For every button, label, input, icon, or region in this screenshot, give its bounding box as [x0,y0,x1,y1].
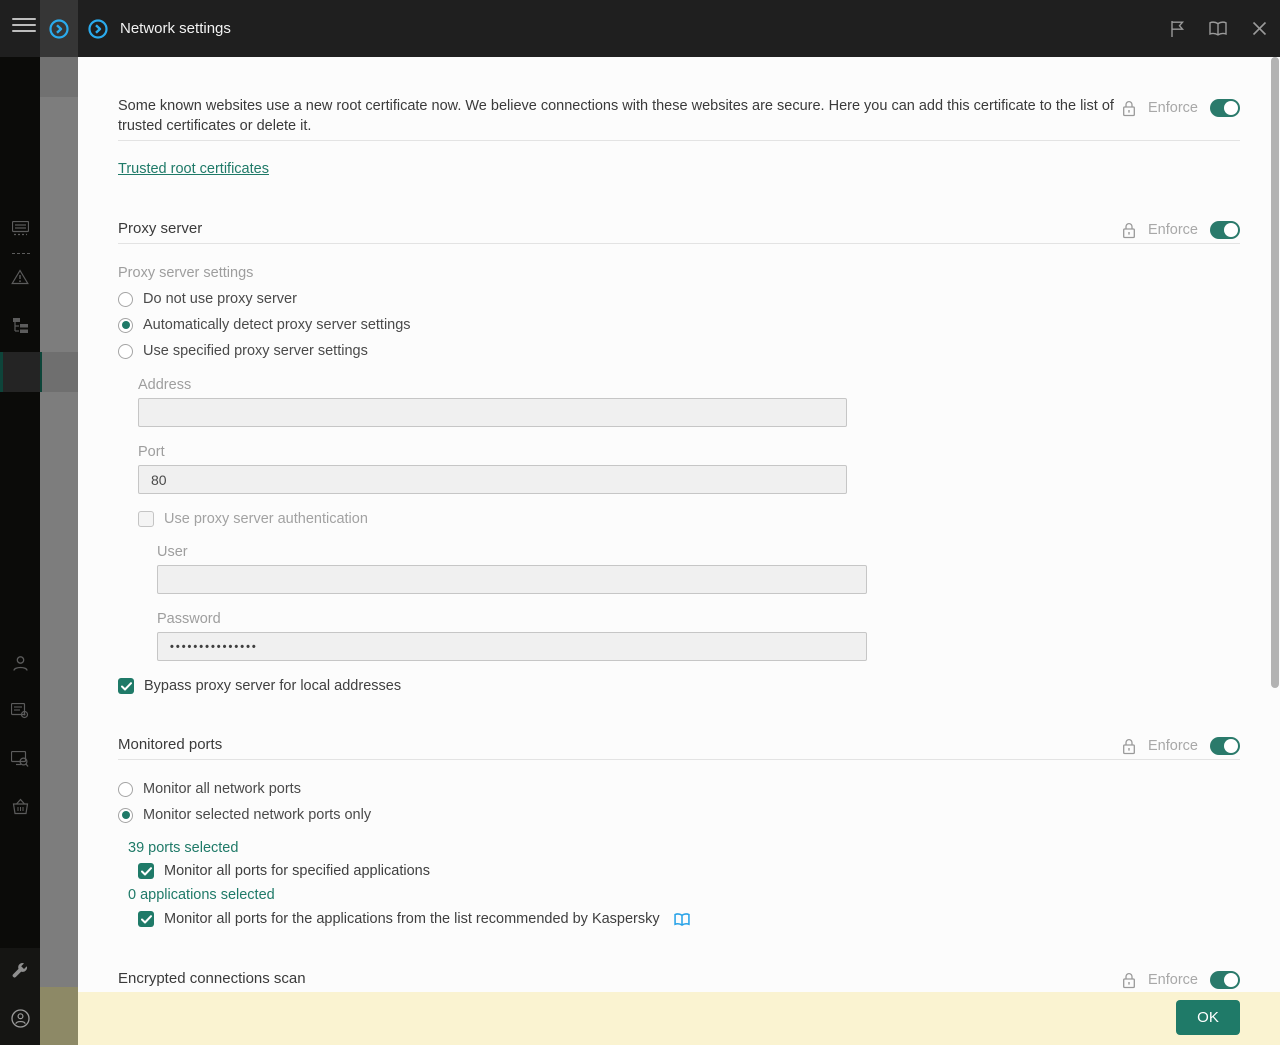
user-label: User [157,544,188,560]
report-settings-icon[interactable] [0,703,40,719]
enforce-label: Enforce [1148,222,1198,238]
footer-bar: OK [78,992,1280,1045]
lock-icon [1122,100,1136,117]
account-icon[interactable] [0,1009,40,1028]
trusted-root-certificates-link[interactable]: Trusted root certificates [118,161,269,177]
password-input[interactable] [157,632,867,661]
user-input[interactable] [157,565,867,594]
ports-selected-link[interactable]: 39 ports selected [128,840,238,856]
monitor-search-icon[interactable] [0,751,40,768]
radio-circle-selected[interactable] [118,808,133,823]
dimmed-background-app [40,57,78,1045]
titlebar: Network settings [0,0,1280,57]
warning-triangle-icon[interactable] [0,269,40,285]
enforce-label: Enforce [1148,738,1198,754]
radio-monitor-selected-ports[interactable]: Monitor selected network ports only [118,807,371,823]
bypass-proxy-checkbox[interactable]: Bypass proxy server for local addresses [118,678,401,694]
encrypted-enforce-toggle[interactable] [1210,971,1240,989]
scrollbar-thumb[interactable] [1271,57,1279,688]
page-circle-icon [88,19,108,44]
proxy-settings-group-label: Proxy server settings [118,265,253,281]
reports-icon[interactable] [0,221,40,236]
radio-circle[interactable] [118,292,133,307]
lock-icon [1122,972,1136,989]
radio-specified-proxy[interactable]: Use specified proxy server settings [118,343,368,359]
address-label: Address [138,377,191,393]
certificate-banner-text: Some known websites use a new root certi… [118,97,1120,136]
kaspersky-network-settings-window: Network settings Some known websites use… [0,0,1280,1045]
hierarchy-icon[interactable] [0,317,40,334]
encrypted-scan-title: Encrypted connections scan [118,970,306,987]
divider [118,140,1240,141]
radio-circle[interactable] [118,782,133,797]
certificate-enforce-toggle[interactable] [1210,99,1240,117]
dimmed-selected-menu-item [40,352,78,392]
flag-icon[interactable] [1168,20,1186,38]
sidebar-item-selected[interactable] [0,352,40,392]
proxy-enforce-toggle[interactable] [1210,221,1240,239]
checkbox-checked[interactable] [138,863,154,879]
proxy-section-title: Proxy server [118,220,202,237]
sidebar-divider [12,253,30,254]
specified-apps-checkbox[interactable]: Monitor all ports for specified applicat… [138,863,430,879]
help-book-icon[interactable] [1209,20,1227,38]
password-label: Password [157,611,221,627]
proxy-enforce-group: Enforce [1122,221,1240,239]
close-icon[interactable] [1250,20,1268,38]
address-input[interactable] [138,398,847,427]
lock-icon [1122,222,1136,239]
port-input[interactable] [138,465,847,494]
radio-do-not-use-proxy[interactable]: Do not use proxy server [118,291,297,307]
divider [118,243,1240,244]
checkbox-checked[interactable] [118,678,134,694]
proxy-auth-checkbox[interactable]: Use proxy server authentication [138,511,368,527]
user-icon[interactable] [0,655,40,672]
radio-circle-selected[interactable] [118,318,133,333]
monitored-ports-title: Monitored ports [118,736,222,753]
kaspersky-circle-icon [49,19,69,39]
wrench-icon[interactable] [0,961,40,979]
enforce-label: Enforce [1148,972,1198,988]
ok-button[interactable]: OK [1176,1000,1240,1035]
recommended-apps-checkbox[interactable]: Monitor all ports for the applications f… [138,911,690,927]
port-label: Port [138,444,165,460]
page-title: Network settings [120,0,231,57]
hamburger-menu-icon[interactable] [12,18,36,32]
radio-circle[interactable] [118,344,133,359]
enforce-label: Enforce [1148,100,1198,116]
basket-icon[interactable] [0,798,40,815]
ports-enforce-group: Enforce [1122,737,1240,755]
encrypted-enforce-group: Enforce [1122,971,1240,989]
lock-icon [1122,738,1136,755]
doc-book-icon[interactable] [674,913,690,926]
checkbox-checked[interactable] [138,911,154,927]
certificate-enforce-group: Enforce [1122,99,1240,117]
network-settings-panel: Some known websites use a new root certi… [78,57,1280,1045]
radio-monitor-all-ports[interactable]: Monitor all network ports [118,781,301,797]
settings-tab[interactable] [40,0,78,57]
app-sidebar [0,0,40,1045]
ports-enforce-toggle[interactable] [1210,737,1240,755]
divider [118,759,1240,760]
dimmed-footer-strip [40,987,78,1045]
checkbox-unchecked[interactable] [138,511,154,527]
radio-auto-detect-proxy[interactable]: Automatically detect proxy server settin… [118,317,411,333]
applications-selected-link[interactable]: 0 applications selected [128,887,275,903]
